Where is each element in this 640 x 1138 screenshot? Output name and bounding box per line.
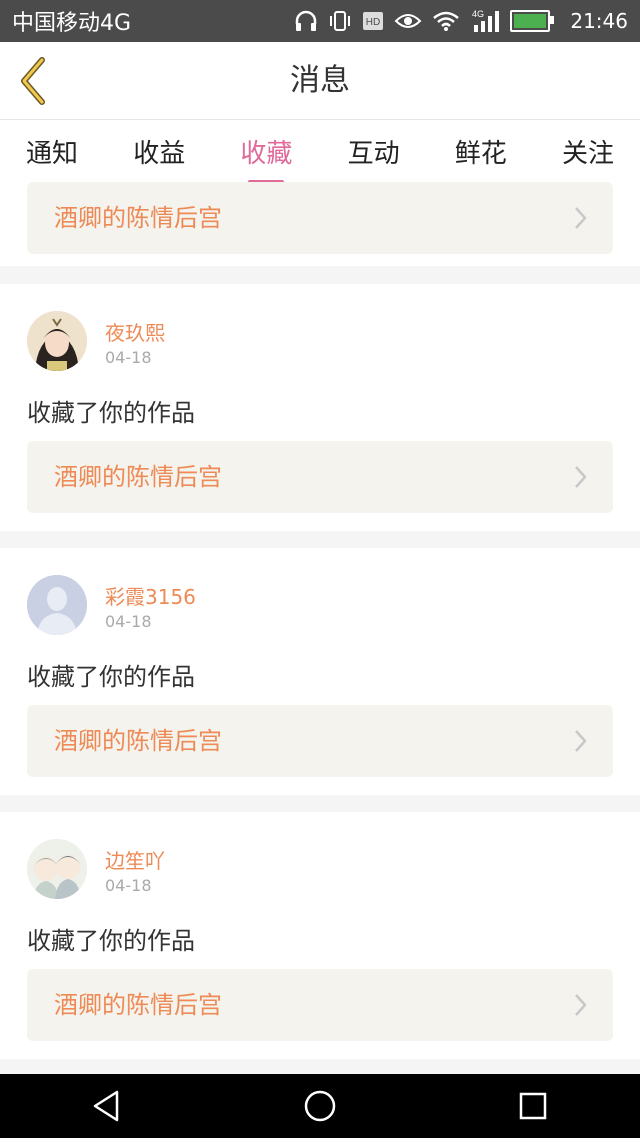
username[interactable]: 夜玖熙 xyxy=(105,317,165,346)
action-text: 收藏了你的作品 xyxy=(27,399,195,427)
status-bar: 中国移动4G HD 4G 21:46 xyxy=(0,0,640,42)
work-title: 酒卿的陈情后宫 xyxy=(54,463,222,491)
headphones-icon xyxy=(296,10,317,31)
username[interactable]: 彩霞3156 xyxy=(105,581,196,610)
action-text: 收藏了你的作品 xyxy=(27,927,195,955)
tab-favorites[interactable]: 收藏 xyxy=(234,133,298,170)
nav-recents-button[interactable] xyxy=(508,1081,558,1131)
work-link[interactable]: 酒卿的陈情后宫 xyxy=(27,705,613,777)
work-title: 酒卿的陈情后宫 xyxy=(54,204,222,232)
vibrate-icon xyxy=(330,11,351,31)
hd-icon: HD xyxy=(363,12,384,30)
tab-earnings[interactable]: 收益 xyxy=(127,133,191,170)
chevron-right-icon xyxy=(575,994,587,1016)
avatar-illustration xyxy=(27,311,87,371)
avatar-illustration xyxy=(27,839,87,899)
chevron-right-icon xyxy=(575,466,587,488)
wifi-icon xyxy=(433,11,460,31)
tab-flowers[interactable]: 鲜花 xyxy=(449,133,513,170)
nav-home-button[interactable] xyxy=(295,1081,345,1131)
username[interactable]: 边笙吖 xyxy=(105,845,165,874)
carrier-label: 中国移动4G xyxy=(12,11,132,36)
signal-icon: 4G xyxy=(472,9,500,32)
action-text: 收藏了你的作品 xyxy=(27,663,195,691)
message-card: 彩霞3156 04-18 收藏了你的作品 酒卿的陈情后宫 xyxy=(0,548,640,795)
work-link[interactable]: 酒卿的陈情后宫 xyxy=(27,182,613,254)
work-link[interactable]: 酒卿的陈情后宫 xyxy=(27,441,613,513)
message-card: 夜玖熙 04-18 收藏了你的作品 酒卿的陈情后宫 xyxy=(0,284,640,531)
network-label: 4G xyxy=(472,9,484,19)
message-card: 边笙吖 04-18 收藏了你的作品 酒卿的陈情后宫 xyxy=(0,812,640,1059)
timestamp: 04-18 xyxy=(105,876,152,895)
work-title: 酒卿的陈情后宫 xyxy=(54,727,222,755)
timestamp: 04-18 xyxy=(105,348,152,367)
status-icons: HD 4G 21:46 xyxy=(294,9,628,33)
triangle-back-icon xyxy=(93,1090,118,1122)
clock: 21:46 xyxy=(570,9,628,33)
tab-interaction[interactable]: 互动 xyxy=(342,133,406,170)
avatar[interactable] xyxy=(27,311,87,371)
battery-icon xyxy=(510,10,555,32)
eye-icon xyxy=(394,14,422,28)
default-user-icon xyxy=(27,575,87,635)
chevron-right-icon xyxy=(575,207,587,229)
tab-bar: 通知 收益 收藏 互动 鲜花 关注 xyxy=(0,120,640,182)
avatar[interactable] xyxy=(27,839,87,899)
tab-follow[interactable]: 关注 xyxy=(556,133,620,170)
chevron-right-icon xyxy=(575,730,587,752)
system-nav-bar xyxy=(0,1074,640,1138)
timestamp: 04-18 xyxy=(105,612,152,631)
tab-notification[interactable]: 通知 xyxy=(20,133,84,170)
nav-back-button[interactable] xyxy=(82,1081,132,1131)
work-link[interactable]: 酒卿的陈情后宫 xyxy=(27,969,613,1041)
page-title: 消息 xyxy=(290,63,350,98)
work-title: 酒卿的陈情后宫 xyxy=(54,991,222,1019)
app-header: 消息 xyxy=(0,42,640,120)
circle-home-icon xyxy=(304,1090,336,1122)
message-card: 酒卿的陈情后宫 xyxy=(0,182,640,266)
square-recents-icon xyxy=(520,1092,547,1120)
svg-text:HD: HD xyxy=(366,17,380,28)
avatar[interactable] xyxy=(27,575,87,635)
